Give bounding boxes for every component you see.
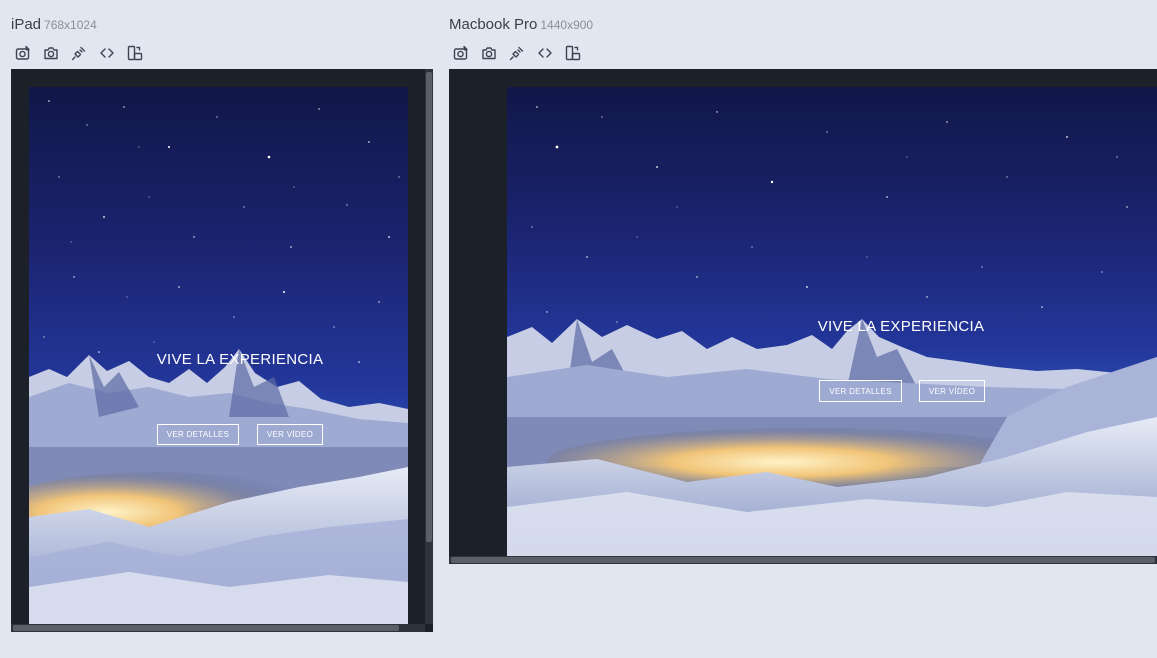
hero-section: VIVE LA EXPERIENCIA VER DETALLES VER VÍD… bbox=[29, 87, 408, 624]
screenshot-edit-icon[interactable] bbox=[451, 43, 471, 63]
view-details-button[interactable]: VER DETALLES bbox=[819, 380, 902, 402]
view-details-button[interactable]: VER DETALLES bbox=[157, 424, 239, 445]
vertical-scrollbar[interactable] bbox=[425, 69, 433, 624]
code-icon[interactable] bbox=[97, 43, 117, 63]
device-toolbar-macbook bbox=[451, 43, 583, 63]
screenshot-edit-icon[interactable] bbox=[13, 43, 33, 63]
device-dimensions: 768x1024 bbox=[44, 18, 97, 32]
camera-icon[interactable] bbox=[41, 43, 61, 63]
device-frame-macbook: VIVE LA EXPERIENCIA VER DETALLES VER VÍD… bbox=[449, 69, 1157, 564]
device-header-macbook: Macbook Pro 1440x900 bbox=[449, 16, 593, 36]
vertical-scrollbar-thumb[interactable] bbox=[426, 72, 432, 542]
horizontal-scrollbar-thumb[interactable] bbox=[13, 625, 399, 631]
code-icon[interactable] bbox=[535, 43, 555, 63]
device-name: iPad bbox=[11, 16, 42, 33]
device-dimensions: 1440x900 bbox=[540, 18, 594, 32]
device-header-ipad: iPad 768x1024 bbox=[11, 16, 97, 36]
hero-title: VIVE LA EXPERIENCIA bbox=[817, 318, 985, 335]
hero-title: VIVE LA EXPERIENCIA bbox=[156, 351, 324, 368]
device-toolbar-ipad bbox=[13, 43, 145, 63]
rotate-device-icon[interactable] bbox=[563, 43, 583, 63]
device-name: Macbook Pro bbox=[449, 16, 538, 33]
plug-icon[interactable] bbox=[69, 43, 89, 63]
camera-icon[interactable] bbox=[479, 43, 499, 63]
plug-icon[interactable] bbox=[507, 43, 527, 63]
horizontal-scrollbar[interactable] bbox=[11, 624, 425, 632]
rotate-device-icon[interactable] bbox=[125, 43, 145, 63]
view-video-button[interactable]: VER VÍDEO bbox=[919, 380, 985, 402]
horizontal-scrollbar[interactable] bbox=[449, 556, 1157, 564]
hero-section: VIVE LA EXPERIENCIA VER DETALLES VER VÍD… bbox=[507, 87, 1157, 556]
view-video-button[interactable]: VER VÍDEO bbox=[257, 424, 323, 445]
device-frame-ipad: VIVE LA EXPERIENCIA VER DETALLES VER VÍD… bbox=[11, 69, 433, 632]
horizontal-scrollbar-thumb[interactable] bbox=[451, 557, 1155, 563]
